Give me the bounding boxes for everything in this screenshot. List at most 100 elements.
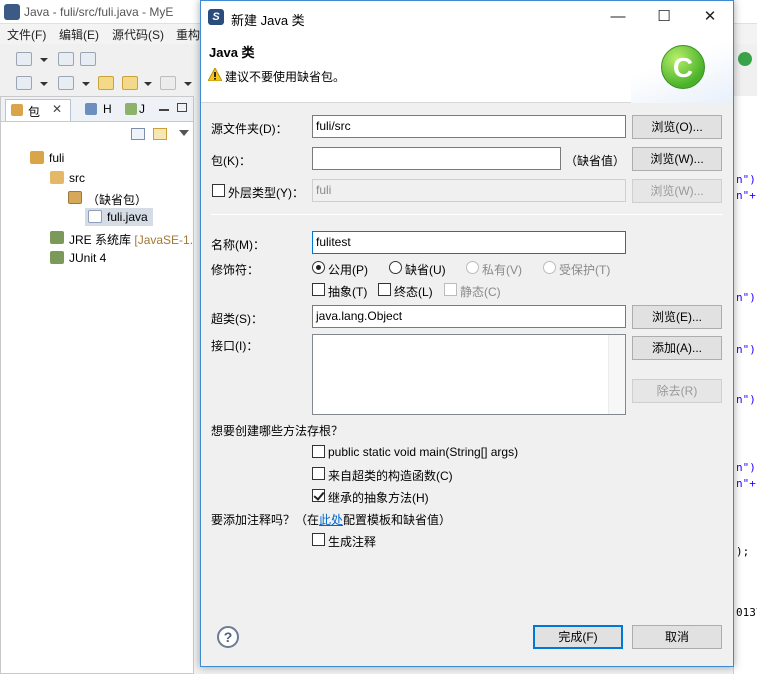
inherited-abstract-methods-label: 继承的抽象方法(H) bbox=[328, 491, 429, 505]
dropdown-arrow-icon[interactable] bbox=[82, 82, 90, 86]
modifier-protected-radio bbox=[543, 261, 556, 274]
dialog-title: 新建 Java 类 bbox=[231, 13, 305, 28]
code-fragment: n") bbox=[736, 461, 756, 474]
view-menu-icon[interactable] bbox=[179, 130, 189, 136]
java-file-icon bbox=[88, 210, 102, 223]
help-icon[interactable]: ? bbox=[217, 626, 239, 648]
dropdown-arrow-icon[interactable] bbox=[184, 82, 192, 86]
superclass-label: 超类(S)： bbox=[211, 312, 263, 326]
myeclipse-icon: S bbox=[208, 9, 224, 25]
tree-item-label: JRE 系统库 [JavaSE-1. bbox=[69, 231, 193, 248]
library-icon bbox=[50, 231, 64, 244]
scrollbar[interactable] bbox=[608, 335, 625, 414]
print-icon[interactable] bbox=[80, 52, 96, 66]
annotation-icon[interactable] bbox=[98, 76, 114, 90]
tab-label: 包 bbox=[28, 105, 41, 119]
close-button[interactable]: ✕ bbox=[687, 1, 733, 33]
name-label: 名称(M)： bbox=[211, 238, 265, 252]
comments-question: 要添加注释吗？（在此处配置模板和缺省值） bbox=[211, 511, 451, 528]
dropdown-arrow-icon[interactable] bbox=[144, 82, 152, 86]
tab-package-explorer[interactable]: 包 ✕ bbox=[5, 99, 71, 121]
constructors-label: 来自超类的构造函数(C) bbox=[328, 469, 453, 483]
link-with-editor-icon[interactable] bbox=[153, 128, 167, 140]
new-class-wizard-icon: C bbox=[661, 45, 705, 89]
source-folder-field[interactable]: fuli/src bbox=[312, 115, 626, 138]
browse-source-folder-button[interactable]: 浏览(O)... bbox=[632, 115, 722, 139]
run-icon[interactable] bbox=[738, 52, 752, 66]
junit-icon bbox=[125, 103, 137, 115]
code-fragment: n") bbox=[736, 393, 756, 406]
configure-templates-link[interactable]: 此处 bbox=[319, 513, 343, 527]
add-interface-button[interactable]: 添加(A)... bbox=[632, 336, 722, 360]
dropdown-arrow-icon[interactable] bbox=[40, 82, 48, 86]
close-icon[interactable]: ✕ bbox=[52, 102, 62, 116]
inherited-abstract-methods-checkbox[interactable] bbox=[312, 489, 325, 502]
constructors-checkbox[interactable] bbox=[312, 467, 325, 480]
modifier-private-label: 私有(V) bbox=[482, 263, 522, 277]
static-label: 静态(C) bbox=[460, 285, 501, 299]
minimize-view-icon[interactable] bbox=[159, 109, 169, 111]
code-editor-edge: n") n"+ n") n") n") n") n"+ ); 013\ bbox=[733, 96, 757, 674]
save-icon[interactable] bbox=[58, 52, 74, 66]
interfaces-list[interactable] bbox=[312, 334, 626, 415]
tab-hierarchy[interactable]: H bbox=[79, 99, 117, 121]
modifier-public-radio[interactable] bbox=[312, 261, 325, 274]
back-arrow-icon[interactable] bbox=[122, 76, 138, 90]
modifier-public-label: 公用(P) bbox=[328, 263, 368, 277]
jre-label: JRE 系统库 bbox=[69, 233, 132, 247]
tree-item-label: （缺省包） bbox=[87, 193, 148, 207]
browse-package-button[interactable]: 浏览(W)... bbox=[632, 147, 722, 171]
modifier-default-radio[interactable] bbox=[389, 261, 402, 274]
source-folder-label: 源文件夹(D)： bbox=[211, 122, 288, 136]
tree-item-label: fuli.java bbox=[107, 210, 148, 224]
main-method-checkbox[interactable] bbox=[312, 445, 325, 458]
class-name-field[interactable]: fulitest bbox=[312, 231, 626, 254]
package-field[interactable] bbox=[312, 147, 561, 170]
code-fragment: n"+ bbox=[736, 477, 756, 490]
open-type-icon[interactable] bbox=[16, 76, 32, 90]
project-icon bbox=[30, 151, 44, 164]
enclosing-type-checkbox[interactable] bbox=[212, 184, 225, 197]
minimize-button[interactable]: — bbox=[595, 1, 641, 33]
library-icon bbox=[50, 251, 64, 264]
comments-question-text: 配置模板和缺省值） bbox=[343, 513, 452, 527]
menu-refactor[interactable]: 重构 bbox=[176, 26, 200, 43]
new-icon[interactable] bbox=[16, 52, 32, 66]
code-fragment: n") bbox=[736, 343, 756, 356]
browse-superclass-button[interactable]: 浏览(E)... bbox=[632, 305, 722, 329]
abstract-checkbox[interactable] bbox=[312, 283, 325, 296]
dropdown-arrow-icon[interactable] bbox=[40, 58, 48, 62]
hierarchy-icon bbox=[85, 103, 97, 115]
maximize-button[interactable]: ☐ bbox=[641, 1, 687, 33]
package-explorer: 包 ✕ H J fuli src （缺省包） fuli.java JRE 系统库… bbox=[0, 96, 194, 674]
separator bbox=[211, 214, 723, 215]
collapse-all-icon[interactable] bbox=[131, 128, 145, 140]
finish-button[interactable]: 完成(F) bbox=[533, 625, 623, 649]
tree-item-label: JUnit 4 bbox=[69, 251, 107, 265]
tab-junit[interactable]: J bbox=[121, 99, 151, 121]
tab-label: J bbox=[139, 102, 145, 116]
final-checkbox[interactable] bbox=[378, 283, 391, 296]
interfaces-label: 接口(I)： bbox=[211, 339, 259, 353]
tree-item-java-file[interactable]: fuli.java bbox=[85, 208, 153, 226]
forward-arrow-icon[interactable] bbox=[160, 76, 176, 90]
cancel-button[interactable]: 取消 bbox=[632, 625, 722, 649]
menu-source[interactable]: 源代码(S) bbox=[112, 26, 164, 43]
tree-item-label: src bbox=[69, 171, 85, 185]
search-icon[interactable] bbox=[58, 76, 74, 90]
abstract-label: 抽象(T) bbox=[328, 285, 368, 299]
maximize-view-icon[interactable] bbox=[177, 103, 187, 112]
menu-file[interactable]: 文件(F) bbox=[7, 26, 46, 43]
final-label: 终态(L) bbox=[394, 285, 433, 299]
generate-comments-checkbox[interactable] bbox=[312, 533, 325, 546]
code-fragment: n"+ bbox=[736, 189, 756, 202]
static-checkbox bbox=[444, 283, 457, 296]
superclass-field[interactable]: java.lang.Object bbox=[312, 305, 626, 328]
wizard-banner: Java 类 建议不要使用缺省包。 C bbox=[201, 33, 733, 103]
menu-edit[interactable]: 编辑(E) bbox=[59, 26, 99, 43]
wizard-heading: Java 类 bbox=[209, 45, 255, 60]
tab-label: H bbox=[103, 102, 112, 116]
remove-interface-button: 除去(R) bbox=[632, 379, 722, 403]
myeclipse-app-icon bbox=[4, 4, 20, 20]
jre-version-note: [JavaSE-1. bbox=[134, 233, 194, 247]
